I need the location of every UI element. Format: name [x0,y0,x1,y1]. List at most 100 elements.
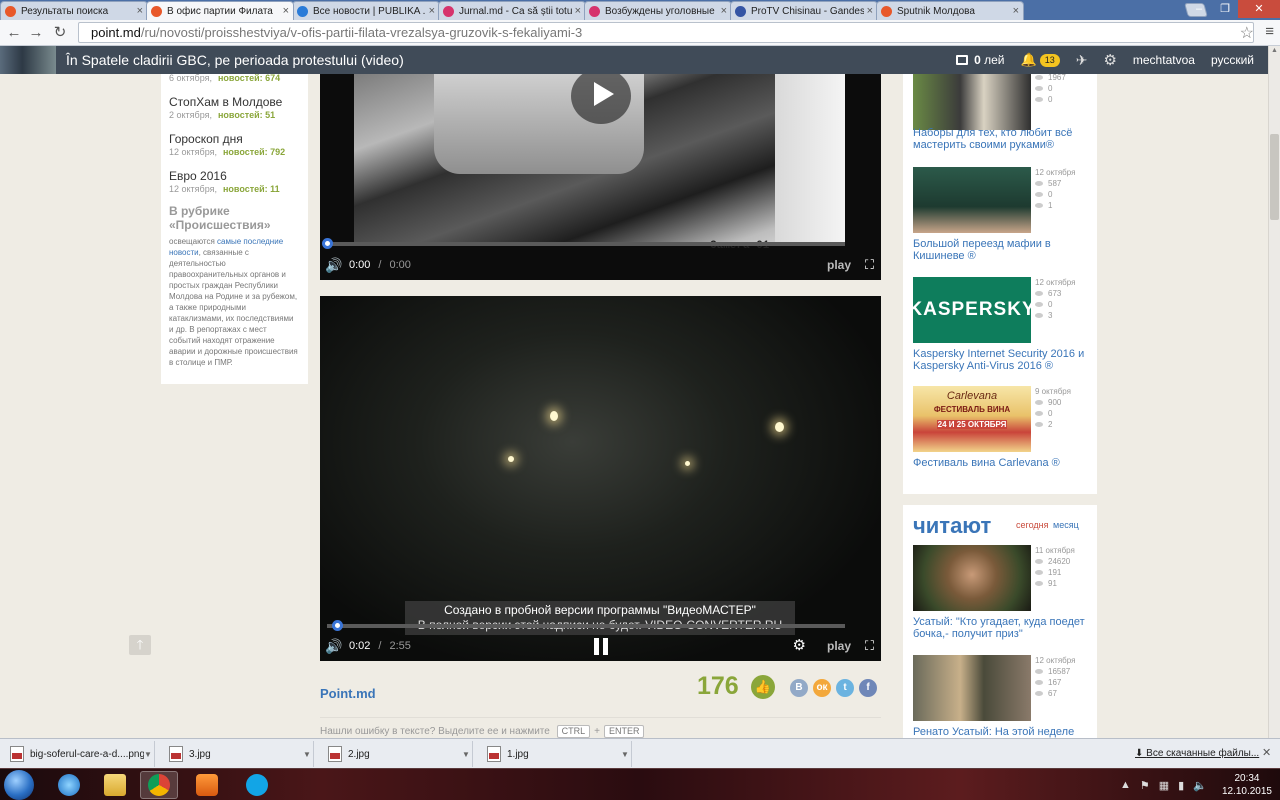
progress-knob[interactable] [322,238,333,249]
tray-flag-icon[interactable]: ⚑ [1140,779,1150,792]
fullscreen-icon[interactable]: ⛶ [865,638,874,654]
tab-today[interactable]: сегодня [1016,520,1049,530]
video-progress-bar[interactable] [327,620,845,631]
username-link[interactable]: mechtatvoa [1133,53,1195,67]
download-item[interactable]: big-soferul-care-a-d....png ▼ [0,741,155,767]
video-progress-bar[interactable] [322,238,845,249]
social-share-icon[interactable]: В [790,679,808,697]
maximize-icon[interactable]: ❐ [1212,0,1238,18]
taskbar-skype-icon[interactable] [238,771,276,799]
browser-tab[interactable]: ProTV Chisinau - Gandeste × [730,1,878,20]
tab-close-icon[interactable]: × [429,5,435,17]
fullscreen-icon[interactable]: ⛶ [865,257,874,273]
video-settings-gear-icon[interactable]: ⚙ [793,636,806,654]
minimize-icon[interactable]: – [1186,0,1212,18]
header-thumbnail[interactable] [0,46,56,74]
promo-title[interactable]: Наборы для тех, кто любит всё мастерить … [913,127,1093,151]
tab-close-icon[interactable]: × [575,5,581,17]
volume-icon[interactable]: 🔊 [325,257,343,274]
most-read-thumbnail[interactable] [913,655,1031,721]
tab-close-icon[interactable]: × [867,5,873,17]
scroll-up-arrow-icon[interactable]: ▲ [1269,47,1280,54]
browser-tab[interactable]: В офис партии Филата × [146,1,294,20]
browser-tab[interactable]: Результаты поиска × [0,1,148,20]
close-window-icon[interactable]: ✕ [1238,0,1280,18]
header-user-panel: 0 лей 🔔 13 ✈ ⚙ mechtatvoa русский [940,46,1254,74]
page-scrollbar[interactable]: ▲ [1268,46,1280,738]
address-bar[interactable]: point.md/ru/novosti/proisshestviya/v-ofi… [78,22,1254,43]
promo-title[interactable]: Большой переезд мафии в Кишиневе ® [913,238,1093,262]
taskbar-explorer-icon[interactable] [96,771,134,799]
download-item[interactable]: 2.jpg ▼ [318,741,473,767]
social-share-icon[interactable]: t [836,679,854,697]
video-player-1[interactable]: Camera 01 🔊 0:00 / 0:00 play ⛶ [320,74,881,280]
most-read-title[interactable]: Усатый: "Кто угадает, куда поедет бочка,… [913,616,1093,640]
close-downloads-icon[interactable]: ✕ [1262,746,1271,759]
topic-title[interactable]: Гороскоп дня [169,132,300,146]
source-link[interactable]: Point.md [320,686,376,701]
volume-icon[interactable]: 🔊 [325,638,343,655]
tray-volume-icon[interactable]: 🔈 [1193,779,1207,792]
settings-button[interactable]: ⚙ [1103,51,1116,69]
wallet-button[interactable]: 0 лей [956,53,1005,67]
browser-tab[interactable]: Все новости | PUBLIKA .M × [292,1,440,20]
topic-title[interactable]: Евро 2016 [169,169,300,183]
pause-icon[interactable] [594,638,608,655]
topic-item[interactable]: Евро 2016 12 октября, новостей: 11 [169,169,300,194]
show-all-downloads-link[interactable]: ⬇ Все скачанные файлы... [1135,748,1259,759]
promo-thumbnail[interactable] [913,74,1031,130]
promo-thumbnail[interactable]: KASPERSKY [913,277,1031,343]
browser-menu-icon[interactable]: ≡ [1265,23,1274,40]
topic-title[interactable]: СтопХам в Молдове [169,95,300,109]
promo-thumbnail[interactable]: Carlevana ФЕСТИВАЛЬ ВИНА 24 И 25 ОКТЯБРЯ [913,386,1031,452]
duration: 0:00 [389,259,411,271]
download-item[interactable]: 1.jpg ▼ [477,741,632,767]
topic-item[interactable]: СтопХам в Молдове 2 октября, новостей: 51 [169,95,300,120]
tray-network-icon[interactable]: ▦ [1159,779,1169,792]
topic-item[interactable]: Гороскоп дня 12 октября, новостей: 792 [169,132,300,157]
browser-tab[interactable]: Возбуждены уголовные × [584,1,732,20]
video-player-2[interactable]: Создано в пробной версии программы "Виде… [320,296,881,661]
most-read-title[interactable]: Ренато Усатый: На этой неделе [913,726,1093,738]
taskbar-media-icon[interactable] [188,771,226,799]
browser-tab[interactable]: Sputnik Молдова × [876,1,1024,20]
forward-icon[interactable]: → [26,23,46,43]
promo-thumbnail[interactable] [913,167,1031,233]
progress-knob[interactable] [332,620,344,631]
social-share-icon[interactable]: f [859,679,877,697]
taskbar-clock[interactable]: 20:34 12.10.2015 [1222,772,1272,798]
tab-close-icon[interactable]: × [721,5,727,17]
taskbar-ie-icon[interactable] [50,771,88,799]
tab-month[interactable]: месяц [1053,520,1079,530]
download-menu-caret-icon[interactable]: ▼ [462,750,472,759]
bookmark-star-icon[interactable]: ☆ [1240,23,1254,43]
topic-item[interactable]: 6 октября, новостей: 674 [169,73,300,83]
gear-icon: ⚙ [1103,52,1117,69]
download-menu-caret-icon[interactable]: ▼ [144,750,154,759]
start-button[interactable] [4,770,34,800]
thumbs-up-icon[interactable]: 👍 [751,675,775,699]
most-read-thumbnail[interactable] [913,545,1031,611]
tab-favicon-icon [881,5,892,17]
rocket-button[interactable]: ✈ [1076,52,1088,69]
language-switch[interactable]: русский [1211,53,1254,67]
promo-title[interactable]: Kaspersky Internet Security 2016 и Kaspe… [913,348,1093,372]
taskbar-chrome-icon[interactable] [140,771,178,799]
tab-close-icon[interactable]: × [283,5,289,17]
reload-icon[interactable]: ↻ [50,23,70,43]
tray-expand-icon[interactable]: ▲ [1120,779,1131,791]
notifications-button[interactable]: 🔔 13 [1021,52,1060,68]
scroll-to-top-button[interactable]: 🡑 [129,635,151,655]
download-menu-caret-icon[interactable]: ▼ [621,750,631,759]
download-item[interactable]: 3.jpg ▼ [159,741,314,767]
social-share-icon[interactable]: ок [813,679,831,697]
browser-tab[interactable]: Jurnal.md - Ca să știi totul × [438,1,586,20]
tab-close-icon[interactable]: × [137,5,143,17]
scrollbar-thumb[interactable] [1270,134,1279,220]
tray-signal-icon[interactable]: ▮ [1178,779,1184,792]
tab-close-icon[interactable]: × [1013,5,1019,17]
carlevana-dates: 24 И 25 ОКТЯБРЯ [937,420,1007,429]
promo-title[interactable]: Фестиваль вина Carlevana ® [913,457,1093,469]
download-menu-caret-icon[interactable]: ▼ [303,750,313,759]
back-icon[interactable]: ← [4,23,24,43]
